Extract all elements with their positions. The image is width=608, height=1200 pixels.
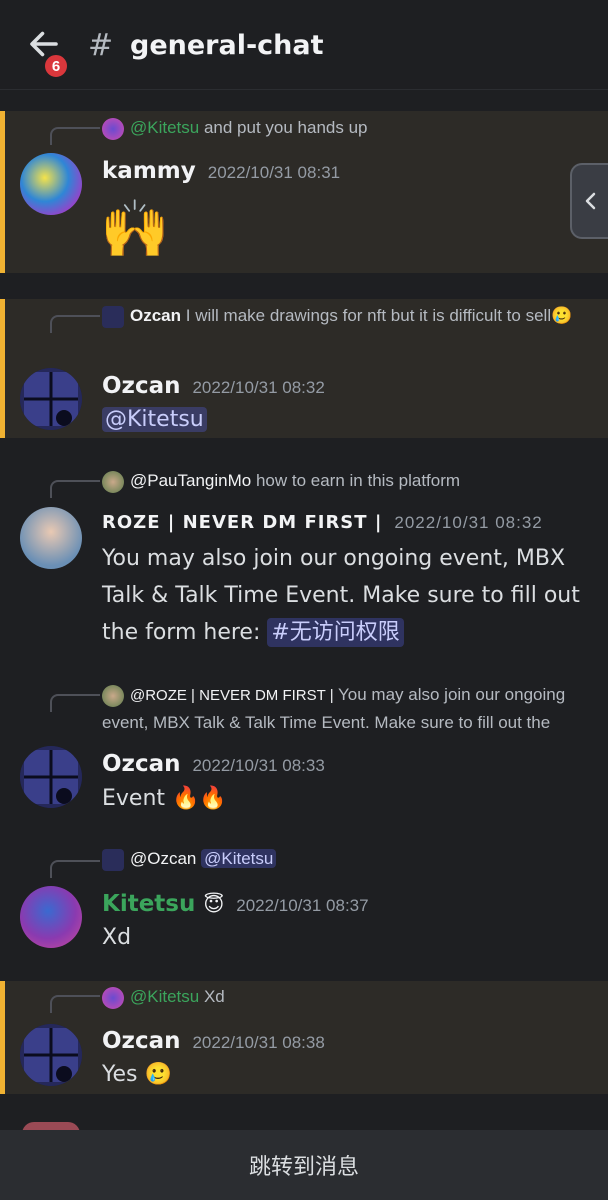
avatar bbox=[102, 848, 124, 871]
channel-mention[interactable]: #无访问权限 bbox=[267, 618, 404, 647]
avatar bbox=[102, 470, 124, 493]
reply-text: and put you hands up bbox=[203, 118, 368, 137]
reply-connector bbox=[50, 127, 100, 145]
channel-title[interactable]: general-chat bbox=[130, 30, 324, 61]
message-author[interactable]: Kitetsu 😇 2022/10/31 08:37 bbox=[102, 891, 369, 917]
reply-preview[interactable]: @Kitetsu Xd bbox=[102, 983, 582, 1010]
avatar[interactable] bbox=[20, 153, 82, 215]
avatar[interactable] bbox=[20, 507, 82, 569]
window-cat-icon bbox=[20, 746, 82, 808]
timestamp: 2022/10/31 08:32 bbox=[192, 378, 325, 397]
reply-author: @ROZE | NEVER DM FIRST | bbox=[130, 687, 334, 704]
avatar[interactable] bbox=[20, 1024, 82, 1086]
reply-preview[interactable]: @Ozcan @Kitetsu bbox=[102, 845, 582, 872]
member-list-toggle[interactable] bbox=[570, 163, 608, 239]
halo-emoji: 😇 bbox=[203, 892, 225, 916]
message-author[interactable]: Ozcan 2022/10/31 08:32 bbox=[102, 373, 325, 399]
message-content: You may also join our ongoing event, MBX… bbox=[102, 546, 580, 647]
message-content: Event 🔥🔥 bbox=[102, 786, 227, 811]
chevron-left-icon bbox=[585, 192, 596, 210]
jump-to-message-button[interactable]: 跳转到消息 bbox=[0, 1130, 608, 1200]
reply-mention[interactable]: @Kitetsu bbox=[201, 849, 277, 868]
reply-preview[interactable]: Ozcan I will make drawings for nft but i… bbox=[102, 302, 582, 329]
avatar[interactable] bbox=[20, 368, 82, 430]
channel-header: 6 # general-chat bbox=[0, 0, 608, 90]
reply-preview[interactable]: @ROZE | NEVER DM FIRST | You may also jo… bbox=[102, 681, 592, 736]
message-author[interactable]: Ozcan 2022/10/31 08:38 bbox=[102, 1028, 325, 1054]
avatar[interactable] bbox=[20, 886, 82, 948]
message-item[interactable]: @Kitetsu and put you hands up kammy 2022/… bbox=[0, 111, 608, 273]
hash-icon: # bbox=[88, 28, 114, 63]
timestamp: 2022/10/31 08:33 bbox=[192, 756, 325, 775]
window-cat-icon bbox=[20, 368, 82, 430]
message-item[interactable]: @PauTanginMo how to earn in this platfor… bbox=[0, 462, 608, 652]
message-content: Xd bbox=[102, 925, 132, 950]
reply-author: @Kitetsu bbox=[130, 118, 200, 137]
avatar bbox=[102, 986, 124, 1009]
timestamp: 2022/10/31 08:37 bbox=[236, 896, 369, 915]
reply-author: @Ozcan bbox=[130, 849, 197, 868]
message-content: 🙌 bbox=[100, 197, 170, 262]
timestamp: 2022/10/31 08:32 bbox=[394, 513, 543, 532]
reply-connector bbox=[50, 995, 100, 1013]
message-content: @Kitetsu bbox=[102, 401, 592, 438]
message-author[interactable]: Ozcan 2022/10/31 08:33 bbox=[102, 751, 325, 777]
message-item[interactable]: @Ozcan @Kitetsu Kitetsu 😇 2022/10/31 08:3… bbox=[0, 844, 608, 964]
reply-author: @PauTanginMo bbox=[130, 471, 252, 490]
timestamp: 2022/10/31 08:31 bbox=[207, 163, 341, 182]
reply-connector bbox=[50, 694, 100, 712]
avatar[interactable] bbox=[20, 746, 82, 808]
reply-connector bbox=[50, 860, 100, 878]
reply-text: how to earn in this platform bbox=[255, 471, 461, 490]
message-content: Yes 🥲 bbox=[102, 1062, 172, 1087]
window-cat-icon bbox=[20, 1024, 82, 1086]
message-item[interactable]: Ozcan I will make drawings for nft but i… bbox=[0, 299, 608, 438]
reply-text: Xd bbox=[203, 987, 225, 1006]
avatar bbox=[102, 117, 124, 140]
message-item[interactable]: @Kitetsu Xd Ozcan 2022/10/31 08:38 Yes 🥲 bbox=[0, 981, 608, 1094]
reply-author: @Kitetsu bbox=[130, 987, 200, 1006]
reply-connector bbox=[50, 315, 100, 333]
avatar bbox=[102, 684, 124, 707]
reply-preview[interactable]: @Kitetsu and put you hands up bbox=[102, 114, 582, 141]
message-item[interactable]: @ROZE | NEVER DM FIRST | You may also jo… bbox=[0, 676, 608, 826]
message-author[interactable]: kammy 2022/10/31 08:31 bbox=[102, 158, 340, 184]
timestamp: 2022/10/31 08:38 bbox=[192, 1033, 325, 1052]
reply-preview[interactable]: @PauTanginMo how to earn in this platfor… bbox=[102, 467, 582, 494]
reply-connector bbox=[50, 480, 100, 498]
reply-author: Ozcan bbox=[130, 306, 182, 325]
unread-badge: 6 bbox=[42, 52, 70, 80]
reply-text: I will make drawings for nft but it is d… bbox=[185, 306, 573, 325]
message-author[interactable]: ROZE | NEVER DM FIRST | 2022/10/31 08:32 bbox=[102, 512, 543, 533]
user-mention[interactable]: @Kitetsu bbox=[102, 407, 207, 432]
avatar bbox=[102, 305, 124, 328]
